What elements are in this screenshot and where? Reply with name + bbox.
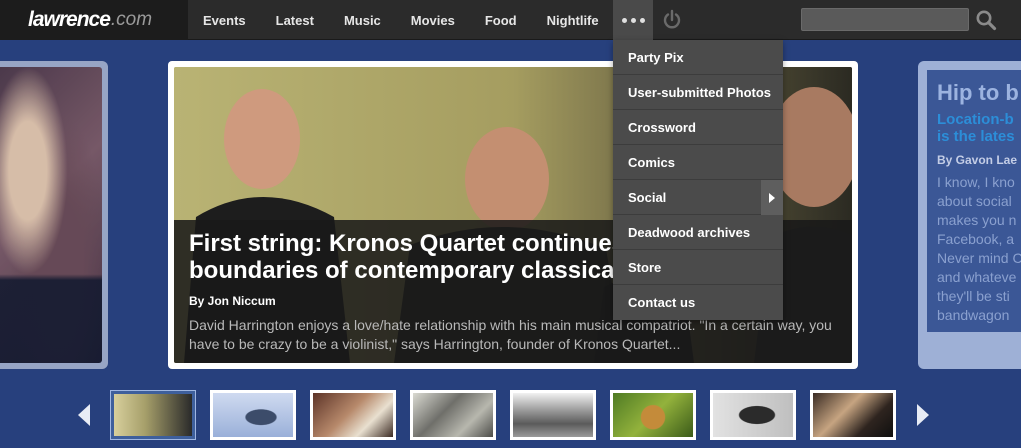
next-story-subtitle-line: is the lates — [937, 128, 1015, 145]
thumbnail-image — [213, 393, 293, 437]
nav-item-events[interactable]: Events — [188, 0, 261, 40]
thumbnail-image — [613, 393, 693, 437]
search-icon[interactable] — [975, 9, 997, 31]
next-story-summary-line: makes you n — [937, 212, 1017, 228]
thumbnail-image — [813, 393, 893, 437]
thumbnail-3[interactable] — [310, 390, 396, 440]
chevron-left-icon[interactable] — [78, 404, 90, 426]
submenu-toggle[interactable] — [761, 180, 783, 215]
menu-item-user-submitted-photos[interactable]: User-submitted Photos — [613, 75, 783, 110]
thumbnail-image — [313, 393, 393, 437]
menu-item-contact-us[interactable]: Contact us — [613, 285, 783, 320]
next-story-summary-line: about social — [937, 193, 1012, 209]
nav-item-music[interactable]: Music — [329, 0, 396, 40]
menu-item-party-pix[interactable]: Party Pix — [613, 40, 783, 75]
previous-story-image — [0, 67, 102, 363]
nav-item-movies[interactable]: Movies — [396, 0, 470, 40]
nav-item-nightlife[interactable]: Nightlife — [532, 0, 614, 40]
top-nav-bar: lawrence .com Events Latest Music Movies … — [0, 0, 1021, 40]
next-story-summary-line: and whateve — [937, 269, 1017, 285]
featured-story-summary: David Harrington enjoys a love/hate rela… — [189, 317, 832, 352]
thumbnail-5[interactable] — [510, 390, 596, 440]
menu-item-label: User-submitted Photos — [628, 84, 772, 100]
chevron-right-icon — [769, 192, 775, 203]
nav-item-latest[interactable]: Latest — [261, 0, 329, 40]
thumbnail-1[interactable] — [110, 390, 196, 440]
main-nav: Events Latest Music Movies Food Nightlif… — [188, 0, 614, 40]
thumbnail-6[interactable] — [610, 390, 696, 440]
next-story-summary-line: they'll be sti — [937, 288, 1010, 304]
search-input[interactable] — [801, 8, 969, 31]
next-story-summary-line: Facebook, a — [937, 231, 1015, 247]
thumbnail-2[interactable] — [210, 390, 296, 440]
menu-item-label: Party Pix — [628, 49, 684, 65]
more-dropdown-menu: Party Pix User-submitted Photos Crosswor… — [613, 40, 783, 320]
more-menu-button[interactable] — [613, 0, 653, 40]
next-story-title: Hip to b — [937, 80, 1019, 105]
next-story-summary: I know, I kno about social makes you n F… — [937, 173, 1021, 325]
next-story-subtitle: Location-b is the lates — [937, 111, 1021, 145]
next-story-summary-line: bandwagon — [937, 307, 1010, 323]
logo-wordmark: lawrence — [28, 8, 111, 31]
more-dot — [639, 17, 645, 23]
thumbnail-image — [513, 393, 593, 437]
more-dots-icon — [621, 17, 627, 23]
menu-item-label: Comics — [628, 154, 675, 170]
menu-item-store[interactable]: Store — [613, 250, 783, 285]
next-story-subtitle-line: Location-b — [937, 111, 1014, 128]
menu-item-label: Contact us — [628, 295, 696, 310]
menu-item-label: Store — [628, 259, 662, 275]
menu-item-social[interactable]: Social — [613, 180, 783, 215]
thumbnail-image — [114, 394, 192, 436]
menu-item-label: Crossword — [628, 119, 696, 135]
nav-item-food[interactable]: Food — [470, 0, 532, 40]
power-icon[interactable] — [660, 9, 684, 31]
logo-tld: .com — [110, 9, 153, 30]
site-logo[interactable]: lawrence .com — [0, 0, 188, 40]
chevron-right-icon[interactable] — [917, 404, 929, 426]
menu-item-crossword[interactable]: Crossword — [613, 110, 783, 145]
menu-item-label: Social — [628, 189, 667, 205]
next-story-summary-line: Never mind C — [937, 250, 1021, 266]
thumbnail-8[interactable] — [810, 390, 896, 440]
menu-item-label: Deadwood archives — [628, 224, 751, 240]
menu-item-comics[interactable]: Comics — [613, 145, 783, 180]
next-story-summary-line: I know, I kno — [937, 174, 1015, 190]
previous-story-card[interactable] — [0, 61, 108, 369]
thumbnail-7[interactable] — [710, 390, 796, 440]
next-story-byline: By Gavon Lae — [937, 153, 1018, 167]
menu-item-deadwood-archives[interactable]: Deadwood archives — [613, 215, 783, 250]
thumbnail-image — [413, 393, 493, 437]
next-story-card[interactable]: Hip to b Location-b is the lates By Gavo… — [918, 61, 1021, 369]
thumbnail-image — [713, 393, 793, 437]
more-dot — [630, 17, 636, 23]
next-story-content: Hip to b Location-b is the lates By Gavo… — [927, 70, 1021, 332]
thumbnail-4[interactable] — [410, 390, 496, 440]
